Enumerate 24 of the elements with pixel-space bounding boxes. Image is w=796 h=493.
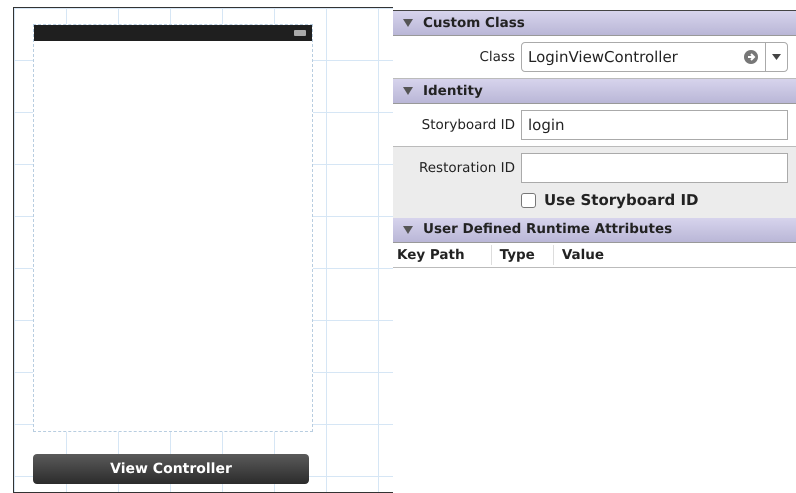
disclosure-triangle-down-icon[interactable] [403,86,413,96]
field-label: Restoration ID [418,158,516,178]
arrow-circle-icon[interactable] [743,49,759,65]
section-header[interactable]: Identity [393,79,796,104]
column-header[interactable]: Type [500,244,554,265]
section-title: User Defined Runtime Attributes [423,220,672,240]
scene-dock-label[interactable]: View Controller [33,454,309,484]
section-title: Identity [423,82,483,101]
disclosure-triangle-down-icon[interactable] [403,224,413,234]
checkbox[interactable] [521,192,536,208]
class-combo-box[interactable]: LoginViewController [521,42,788,72]
section-header[interactable]: User Defined Runtime Attributes [393,218,796,242]
text-field[interactable] [521,153,788,183]
field-label: Storyboard ID [420,116,516,135]
disclosure-triangle-down-icon[interactable] [403,18,413,28]
column-header[interactable]: Key Path [397,244,492,265]
checkbox-label: Use Storyboard ID [544,190,699,211]
section-header[interactable]: Custom Class [393,11,796,36]
text-field[interactable]: login [521,110,788,140]
column-header[interactable]: Value [562,244,622,265]
section-title: Custom Class [423,14,525,33]
dropdown-caret-icon[interactable] [772,54,781,60]
battery-icon [294,30,306,36]
field-label: Class [478,48,516,67]
